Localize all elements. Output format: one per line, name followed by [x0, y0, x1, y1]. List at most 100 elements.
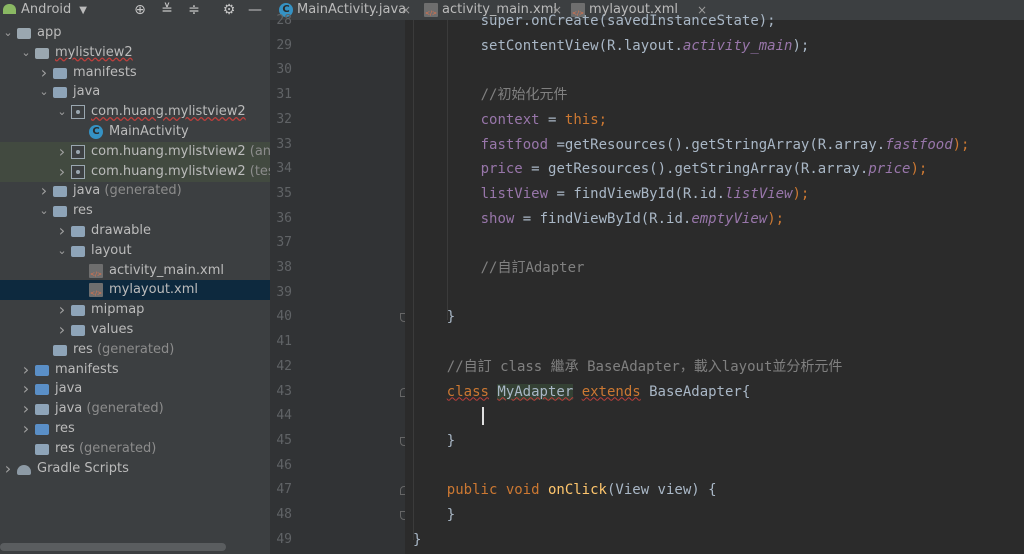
tree-item-name: layout — [91, 242, 132, 258]
code-token: show — [480, 210, 515, 227]
hide-icon[interactable]: — — [246, 0, 264, 20]
code-line[interactable]: show = findViewById(R.id.emptyView); — [481, 207, 784, 231]
tree-item[interactable]: res (generated) — [0, 439, 270, 459]
tab-label: MainActivity.java — [297, 2, 407, 17]
tree-item-suffix: (generated) — [92, 341, 175, 357]
chevron-down-icon[interactable]: ⌄ — [38, 201, 50, 221]
code-token: listView — [480, 185, 549, 202]
code-line[interactable]: //自訂Adapter — [481, 256, 585, 280]
chevron-right-icon[interactable]: › — [20, 379, 32, 399]
tree-item-label: manifests — [55, 360, 119, 380]
code-line[interactable]: public void onClick(View view) { — [447, 478, 717, 502]
tab-mainactivity[interactable]: C MainActivity.java × — [270, 0, 418, 20]
code-line[interactable]: } — [447, 305, 455, 329]
tree-item[interactable]: ⌄ java — [0, 82, 270, 102]
tree-item-label: res (generated) — [55, 439, 156, 459]
chevron-down-icon[interactable]: ⌄ — [38, 82, 50, 102]
code-token: MyAdapter — [497, 383, 574, 400]
tree-horizontal-scrollbar[interactable] — [0, 543, 226, 551]
tree-item-label: values — [91, 320, 133, 340]
code-line[interactable]: price = getResources().getStringArray(R.… — [481, 157, 928, 181]
tree-item[interactable]: › manifests — [0, 360, 270, 380]
tree-item-label: app — [37, 23, 61, 43]
code-line[interactable]: } — [447, 429, 455, 453]
tree-item[interactable]: › res — [0, 419, 270, 439]
tree-item-label: manifests — [73, 63, 137, 83]
line-number: 43 — [276, 383, 292, 399]
chevron-right-icon[interactable]: › — [20, 419, 32, 439]
tree-item[interactable]: ⌄ mylistview2 — [0, 43, 270, 63]
tree-item[interactable]: › com.huang.mylistview2 (test) — [0, 161, 270, 182]
tree-item[interactable]: › java (generated) — [0, 399, 270, 419]
view-mode-dropdown[interactable]: Android ▼ — [3, 0, 87, 20]
tree-item[interactable]: › values — [0, 320, 270, 340]
tree-item[interactable]: ⌄ app — [0, 23, 270, 43]
tree-item[interactable]: › java — [0, 379, 270, 399]
code-line[interactable]: setContentView(R.layout.activity_main); — [481, 34, 810, 58]
tree-item-label: java (generated) — [73, 181, 182, 201]
tree-item[interactable]: activity_main.xml — [0, 261, 270, 281]
chevron-down-icon[interactable]: ⌄ — [20, 43, 32, 63]
line-number: 33 — [276, 136, 292, 152]
code-line[interactable]: } — [447, 503, 455, 527]
chevron-right-icon[interactable]: › — [2, 459, 14, 479]
indent-guide — [446, 20, 448, 320]
tree-item[interactable]: › drawable — [0, 221, 270, 241]
line-number: 36 — [276, 210, 292, 226]
code-token: listView — [725, 185, 793, 202]
tree-item[interactable]: ⌄ res — [0, 201, 270, 221]
collapse-all-icon[interactable]: ≑ — [185, 0, 203, 20]
code-line[interactable]: //初始化元件 — [481, 83, 568, 107]
tree-item[interactable]: › mipmap — [0, 300, 270, 320]
code-token: ); — [767, 210, 785, 227]
tree-item-label: res — [73, 201, 93, 221]
code-line[interactable]: context = this; — [481, 108, 607, 132]
tree-item[interactable]: res (generated) — [0, 340, 270, 360]
code-line[interactable]: class MyAdapter extends BaseAdapter{ — [447, 380, 750, 404]
tree-item[interactable]: ⌄ layout — [0, 241, 270, 261]
tree-item-label: java (generated) — [55, 399, 164, 419]
chevron-down-icon[interactable]: ⌄ — [56, 102, 68, 122]
code-line[interactable]: fastfood =getResources().getStringArray(… — [481, 133, 970, 157]
code-token: super.onCreate(savedInstanceState); — [480, 13, 776, 29]
code-line[interactable]: super.onCreate(savedInstanceState); — [481, 9, 776, 33]
chevron-down-icon[interactable]: ⌄ — [2, 23, 14, 43]
code-token: } — [446, 309, 456, 326]
chevron-right-icon[interactable]: › — [56, 142, 68, 162]
code-token: = — [539, 111, 565, 128]
gear-icon[interactable]: ⚙ — [220, 0, 238, 20]
tree-item[interactable]: › Gradle Scripts — [0, 459, 270, 479]
chevron-right-icon[interactable]: › — [38, 181, 50, 201]
code-line[interactable]: //自訂 class 繼承 BaseAdapter，載入layout並分析元件 — [447, 355, 843, 379]
locate-icon[interactable]: ⊕ — [131, 0, 149, 20]
tree-item[interactable]: C MainActivity — [0, 122, 270, 142]
tree-item[interactable]: › java (generated) — [0, 181, 270, 201]
folder-icon — [71, 325, 85, 336]
chevron-right-icon[interactable]: › — [56, 221, 68, 241]
tree-item-label: activity_main.xml — [109, 261, 224, 281]
code-line[interactable]: } — [413, 528, 421, 552]
close-icon[interactable]: × — [401, 0, 411, 20]
line-number: 38 — [276, 260, 292, 275]
code-token: price — [480, 161, 523, 178]
chevron-right-icon[interactable]: › — [56, 300, 68, 320]
chevron-right-icon[interactable]: › — [56, 162, 68, 182]
android-icon — [3, 4, 16, 14]
tree-item-suffix: (generated) — [82, 401, 164, 417]
chevron-down-icon[interactable]: ⌄ — [56, 241, 68, 261]
code-line[interactable]: listView = findViewById(R.id.listView); — [481, 182, 810, 206]
code-editor[interactable]: super.onCreate(savedInstanceState); setCo… — [405, 13, 1024, 554]
expand-all-icon[interactable]: ≚ — [158, 0, 176, 20]
tree-item[interactable]: › com.huang.mylistview2 (andr — [0, 141, 270, 162]
code-token: ); — [910, 161, 928, 178]
code-token: this — [564, 111, 599, 128]
line-number: 44 — [276, 408, 292, 424]
line-number: 37 — [276, 235, 292, 251]
tree-item[interactable]: › manifests — [0, 63, 270, 83]
chevron-right-icon[interactable]: › — [20, 399, 32, 419]
tree-item[interactable]: ⌄ com.huang.mylistview2 — [0, 102, 270, 122]
chevron-right-icon[interactable]: › — [38, 63, 50, 83]
chevron-right-icon[interactable]: › — [20, 360, 32, 380]
chevron-right-icon[interactable]: › — [56, 320, 68, 340]
tree-item[interactable]: mylayout.xml — [0, 280, 270, 301]
